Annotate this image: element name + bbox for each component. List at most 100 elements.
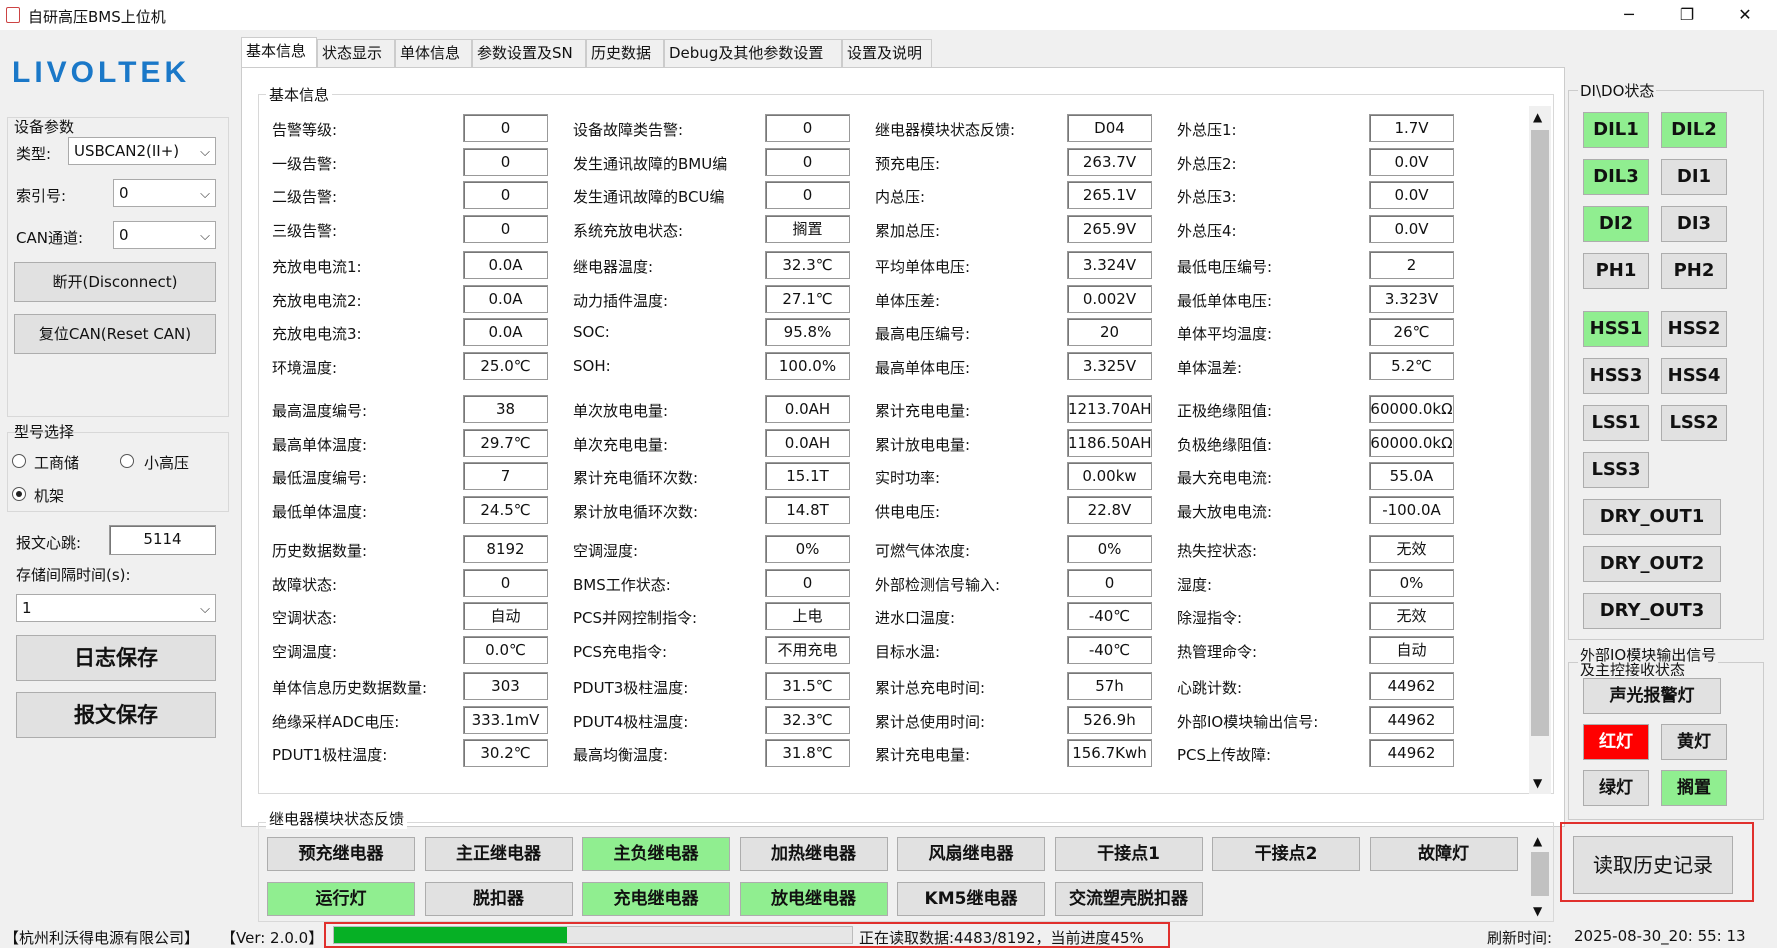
scroll-up-icon[interactable]: ▲ xyxy=(1533,110,1542,124)
log-save-button[interactable]: 日志保存 xyxy=(16,635,216,681)
dry-out-indicator: DRY_OUT3 xyxy=(1583,593,1721,629)
field-label: 空调湿度: xyxy=(573,542,639,560)
tab-basic-info[interactable]: 基本信息 xyxy=(241,37,317,67)
index-select[interactable]: 0 ⌵ xyxy=(113,179,216,207)
model-radio-small-hv[interactable] xyxy=(120,454,134,468)
field-value: 0.0V xyxy=(1369,215,1454,244)
channel-select[interactable]: 0 ⌵ xyxy=(113,221,216,249)
field-value: 100.0% xyxy=(765,352,850,381)
relay-indicator: 风扇继电器 xyxy=(897,837,1045,871)
field-value: 2 xyxy=(1369,251,1454,279)
scroll-down-icon[interactable]: ▼ xyxy=(1533,776,1542,790)
field-value: 31.8℃ xyxy=(765,739,850,768)
field-label: 一级告警: xyxy=(272,154,338,173)
read-history-button[interactable]: 读取历史记录 xyxy=(1573,836,1733,894)
relay-indicator: 运行灯 xyxy=(267,882,415,916)
field-value: 无效 xyxy=(1369,535,1454,563)
message-save-button[interactable]: 报文保存 xyxy=(16,692,216,738)
field-label: 外总压1: xyxy=(1177,121,1237,139)
field-value: 0 xyxy=(765,114,850,142)
reset-can-button[interactable]: 复位CAN(Reset CAN) xyxy=(14,314,216,354)
field-label: 充放电电流3: xyxy=(272,325,362,344)
interval-select[interactable]: 1 ⌵ xyxy=(16,594,216,622)
tab-cell-info[interactable]: 单体信息 xyxy=(395,39,472,67)
field-label: 三级告警: xyxy=(272,222,338,241)
close-button[interactable]: ✕ xyxy=(1716,0,1774,30)
minimize-button[interactable]: ─ xyxy=(1600,0,1658,30)
field-value: 3.324V xyxy=(1067,251,1152,279)
field-value: 32.3℃ xyxy=(765,705,850,734)
relay-indicator: 脱扣器 xyxy=(424,882,573,916)
field-label: 累计总充电时间: xyxy=(875,679,986,697)
tab-debug-settings[interactable]: Debug及其他参数设置 xyxy=(664,39,842,67)
refresh-time: 2025-08-30_20: 55: 13 xyxy=(1574,927,1746,945)
scroll-down-icon[interactable]: ▼ xyxy=(1533,904,1542,918)
model-radio-rack[interactable] xyxy=(12,487,26,501)
tab-history-data[interactable]: 历史数据 xyxy=(586,39,664,67)
maximize-button[interactable]: ❐ xyxy=(1658,0,1716,30)
field-value: 8192 xyxy=(463,535,548,563)
field-label: 热失控状态: xyxy=(1177,542,1258,560)
field-label: 空调状态: xyxy=(272,609,338,628)
field-value: 0.0AH xyxy=(765,395,850,423)
refresh-label: 刷新时间: xyxy=(1487,929,1553,947)
field-label: 实时功率: xyxy=(875,469,941,488)
field-label: 外总压3: xyxy=(1177,188,1237,207)
field-label: 正极绝缘阻值: xyxy=(1177,402,1273,420)
progress-text: 正在读取数据:4483/8192，当前进度45% xyxy=(859,929,1144,947)
field-label: 外部检测信号输入: xyxy=(875,575,1001,594)
field-value: 0.00kw xyxy=(1067,462,1152,491)
dido-indicator: LSS2 xyxy=(1661,405,1727,441)
heartbeat-value: 5114 xyxy=(109,525,216,555)
yellow-light-indicator: 黄灯 xyxy=(1661,724,1727,760)
relay-scroll-thumb[interactable] xyxy=(1531,852,1549,896)
field-value: 0 xyxy=(463,568,548,597)
scroll-up-icon[interactable]: ▲ xyxy=(1533,834,1542,848)
index-label: 索引号: xyxy=(16,187,67,205)
dido-indicator: DI2 xyxy=(1583,206,1649,242)
relay-indicator: 充电继电器 xyxy=(582,882,730,916)
tab-status-display[interactable]: 状态显示 xyxy=(317,39,395,67)
field-label: 最大充电电流: xyxy=(1177,469,1273,488)
field-value: 7 xyxy=(463,462,548,491)
relay-group-title: 继电器模块状态反馈 xyxy=(266,808,408,829)
dido-indicator: PH1 xyxy=(1583,253,1649,289)
company-name: 【杭州利沃得电源有限公司】 xyxy=(4,929,200,947)
field-value: 60000.0kΩ xyxy=(1369,428,1454,457)
sound-light-alarm-button[interactable]: 声光报警灯 xyxy=(1583,678,1721,714)
field-value: 27.1℃ xyxy=(765,284,850,313)
dido-indicator: DIL2 xyxy=(1661,112,1727,148)
type-label: 类型: xyxy=(16,145,52,163)
field-label: 预充电压: xyxy=(875,154,941,173)
app-icon xyxy=(6,7,20,23)
field-value: 24.5℃ xyxy=(463,496,548,525)
relay-indicator: 主正继电器 xyxy=(424,837,573,871)
model-radio-commercial[interactable] xyxy=(12,454,26,468)
field-label: 心跳计数: xyxy=(1177,679,1243,697)
field-label: 供电电压: xyxy=(875,503,941,522)
disconnect-button[interactable]: 断开(Disconnect) xyxy=(14,262,216,302)
field-label: 最大放电电流: xyxy=(1177,503,1273,522)
tab-param-settings[interactable]: 参数设置及SN xyxy=(472,39,586,67)
basic-info-scroll-thumb[interactable] xyxy=(1531,130,1549,736)
field-label: 发生通讯故障的BCU编 xyxy=(573,188,725,207)
dido-indicator: HSS4 xyxy=(1661,358,1727,394)
dido-indicator: DI1 xyxy=(1661,159,1727,195)
field-label: 累计充电电量: xyxy=(875,746,971,765)
dido-indicator: HSS1 xyxy=(1583,311,1649,347)
index-value: 0 xyxy=(119,184,129,202)
field-value: 29.7℃ xyxy=(463,428,548,457)
field-value: 自动 xyxy=(1369,636,1454,665)
field-value: 0.0AH xyxy=(765,428,850,457)
field-value: 0 xyxy=(463,215,548,244)
tab-settings-help[interactable]: 设置及说明 xyxy=(842,39,932,67)
field-label: 累计充电循环次数: xyxy=(573,469,699,488)
field-label: 环境温度: xyxy=(272,359,338,378)
field-value: 0.0V xyxy=(1369,147,1454,176)
field-value: 30.2℃ xyxy=(463,739,548,768)
field-value: 0% xyxy=(1067,535,1152,563)
field-label: BMS工作状态: xyxy=(573,575,671,594)
field-label: 最高单体电压: xyxy=(875,359,971,378)
type-select[interactable]: USBCAN2(II+) ⌵ xyxy=(68,137,216,165)
field-label: 单体压差: xyxy=(875,291,941,310)
